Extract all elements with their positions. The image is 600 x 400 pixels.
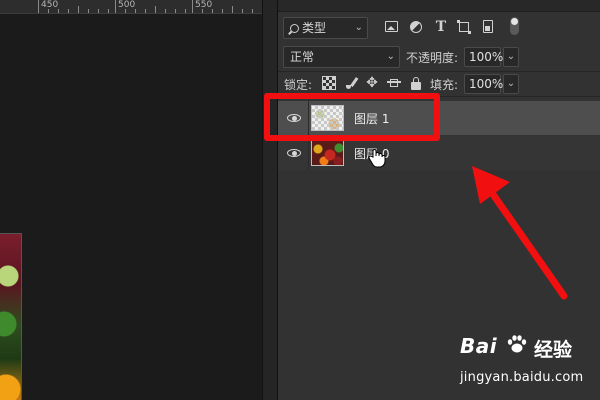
lock-label: 锁定: <box>284 78 313 92</box>
lock-all-icon[interactable] <box>409 76 423 90</box>
shape-layer-filter-icon[interactable] <box>456 19 472 35</box>
horizontal-ruler[interactable]: 450 500 550 <box>0 0 262 14</box>
red-highlight-box <box>264 93 440 141</box>
adjustment-layer-filter-icon[interactable] <box>408 19 424 35</box>
ruler-minor-tick <box>212 9 213 13</box>
ruler-minor-tick <box>108 9 109 13</box>
watermark-brand: 经验 <box>534 339 573 361</box>
document-image-edge <box>0 233 22 400</box>
ruler-minor-tick <box>175 9 176 13</box>
fill-input[interactable]: 100% <box>464 74 503 94</box>
half-circle <box>410 21 422 33</box>
chevron-down-icon: ⌄ <box>386 51 395 62</box>
lock-image-pixels-brush-icon[interactable] <box>344 76 358 90</box>
ruler-label-500: 500 <box>118 0 136 10</box>
shape-square <box>457 20 471 34</box>
layer-thumbnail[interactable] <box>311 140 344 166</box>
ruler-minor-tick <box>232 6 233 13</box>
opacity-dropdown-button[interactable]: ⌄ <box>503 47 519 67</box>
fill-dropdown-button[interactable]: ⌄ <box>503 74 519 94</box>
ruler-minor-tick <box>222 9 223 13</box>
canvas-area[interactable]: 450 500 550 <box>0 0 262 400</box>
ruler-tick <box>115 0 116 13</box>
search-icon <box>290 24 299 33</box>
ruler-tick <box>38 0 39 13</box>
ruler-minor-tick <box>68 9 69 13</box>
lock-body <box>411 82 421 90</box>
ruler-label-450: 450 <box>41 0 59 10</box>
ruler-minor-tick <box>252 9 253 13</box>
ruler-minor-tick <box>145 9 146 13</box>
watermark-url: jingyan.baidu.com <box>460 370 584 385</box>
opacity-label: 不透明度: <box>406 51 459 65</box>
ruler-minor-tick <box>48 9 49 13</box>
ruler-minor-tick <box>98 9 99 13</box>
hand-cursor-icon <box>368 149 386 168</box>
ruler-minor-tick <box>58 9 59 13</box>
type-layer-filter-icon[interactable]: T <box>433 19 449 35</box>
ruler-minor-tick <box>135 9 136 13</box>
pixel-layer-filter-icon[interactable] <box>384 19 400 35</box>
filter-kind-label: 类型 <box>302 21 327 35</box>
ruler-minor-tick <box>165 9 166 13</box>
ruler-minor-tick <box>155 6 156 13</box>
lock-position-move-icon[interactable]: ✥ <box>365 76 379 90</box>
watermark-logo-text: Bai <box>460 334 498 358</box>
arrow-shaft <box>486 186 568 300</box>
eye-pupil <box>291 150 297 156</box>
arrow-head <box>472 166 510 204</box>
opacity-input[interactable]: 100% <box>464 47 503 67</box>
image-mountain <box>387 26 395 30</box>
row-separator <box>308 136 309 170</box>
red-arrow-annotation <box>472 166 568 300</box>
lock-transparent-pixels-icon[interactable] <box>322 76 336 90</box>
fill-label: 填充: <box>430 78 459 92</box>
eye-icon[interactable] <box>287 146 301 160</box>
chevron-down-icon: ⌄ <box>354 22 363 33</box>
smart-doc <box>483 20 493 33</box>
smart-object-filter-icon[interactable] <box>480 19 496 35</box>
layer-filter-row: 类型 ⌄ T <box>278 14 600 42</box>
ruler-tick <box>192 0 193 13</box>
ruler-minor-tick <box>125 9 126 13</box>
filter-toggle-switch[interactable] <box>510 17 519 35</box>
blend-mode-value: 正常 <box>290 50 315 64</box>
baidu-jingyan-watermark: Bai 经验 jingyan.baidu.com <box>454 330 600 400</box>
lock-artboard-icon[interactable] <box>387 76 401 90</box>
paw-icon <box>507 335 527 353</box>
artboard-shape <box>387 79 401 87</box>
ruler-minor-tick <box>88 9 89 13</box>
ruler-minor-tick <box>242 9 243 13</box>
blend-mode-select[interactable]: 正常 ⌄ <box>283 46 400 68</box>
panel-divider[interactable] <box>262 0 278 400</box>
ruler-minor-tick <box>185 9 186 13</box>
ruler-label-550: 550 <box>195 0 213 10</box>
panel-header-bar <box>278 0 600 12</box>
ruler-minor-tick <box>202 9 203 13</box>
blend-row: 正常 ⌄ 不透明度: 100% ⌄ <box>278 44 600 70</box>
filter-kind-select[interactable]: 类型 ⌄ <box>283 17 368 39</box>
ruler-minor-tick <box>78 6 79 13</box>
